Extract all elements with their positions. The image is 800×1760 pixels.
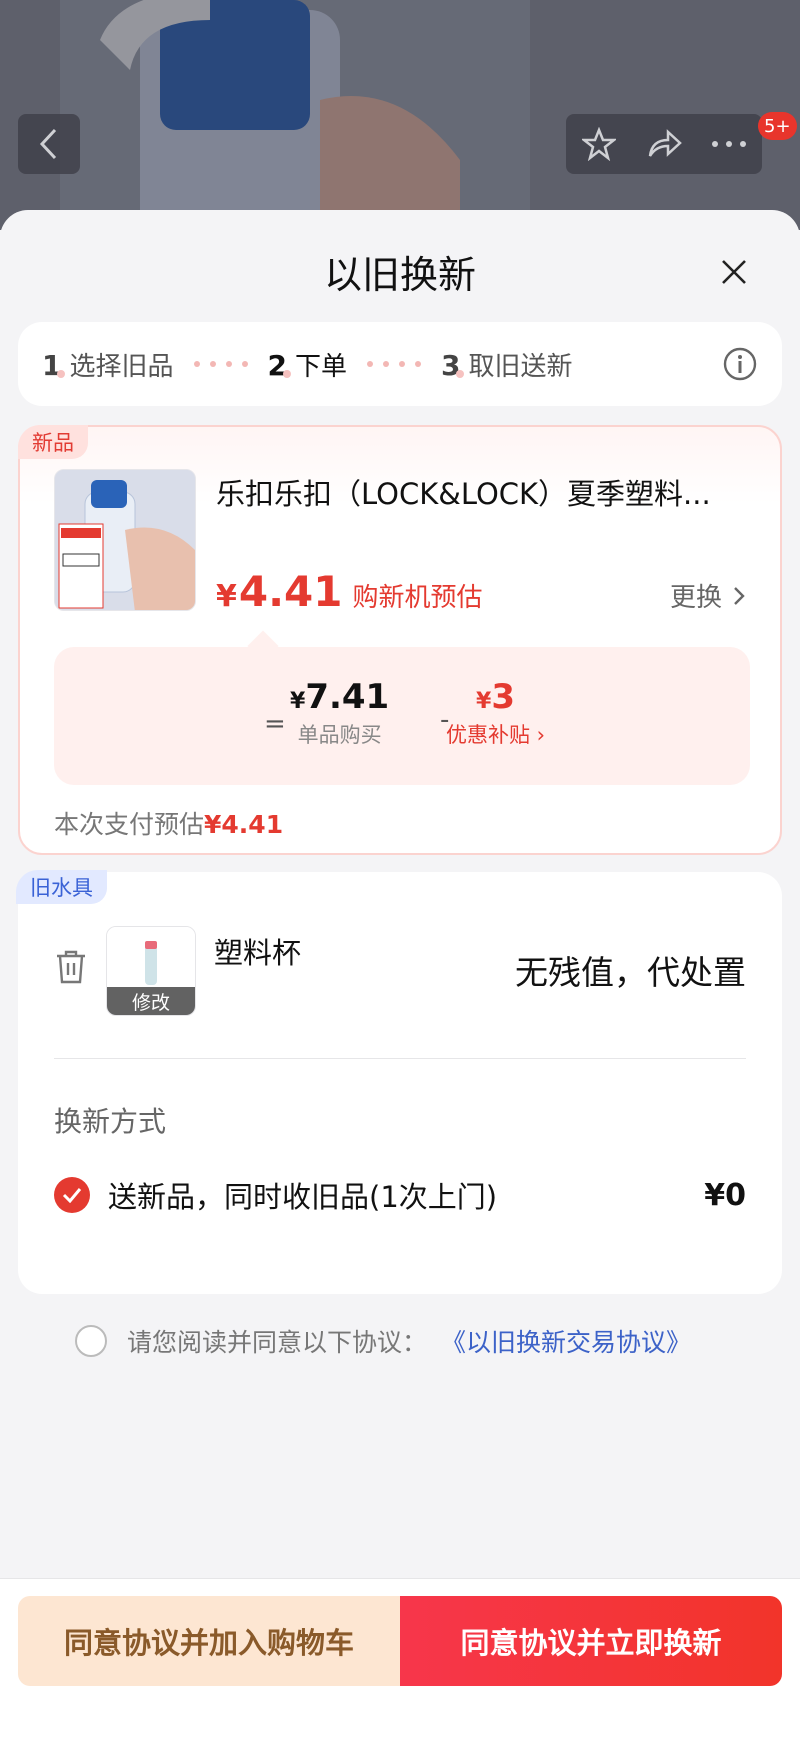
agreement-radio[interactable]	[75, 1325, 107, 1357]
exchange-method-option[interactable]: 送新品，同时收旧品(1次上门) ¥0	[54, 1170, 746, 1220]
agreement-link[interactable]: 《以旧换新交易协议》	[441, 1323, 691, 1359]
step-connector	[193, 361, 248, 367]
step-label: 取旧送新	[468, 351, 573, 382]
unit-price-column: ¥7.41 单品购买	[290, 677, 389, 749]
progress-steps: 1 选择旧品 2 下单 3 取旧送新	[18, 322, 782, 406]
subsidy-label: 优惠补贴 ›	[446, 723, 546, 747]
step-2: 2 下单	[268, 346, 348, 383]
notification-badge: 5+	[758, 112, 797, 140]
header-actions	[566, 114, 762, 174]
edit-old-item-label: 修改	[107, 987, 195, 1015]
old-item-value: 无残值，代处置	[515, 953, 746, 992]
subsidy-column[interactable]: ¥3 优惠补贴 ›	[446, 677, 545, 749]
step-label: 选择旧品	[69, 351, 174, 382]
step-connector	[367, 361, 421, 367]
step-label: 下单	[294, 351, 347, 382]
info-icon[interactable]	[722, 346, 758, 382]
close-button[interactable]	[712, 250, 756, 294]
product-image	[55, 470, 195, 610]
old-item-tag: 旧水具	[16, 870, 107, 904]
currency-symbol: ¥	[216, 579, 237, 614]
unit-price-value: 7.41	[305, 677, 390, 717]
favorite-button[interactable]	[569, 114, 629, 174]
payment-estimate-value: ¥4.41	[204, 810, 284, 839]
agreement-row: 请您阅读并同意以下协议： 《以旧换新交易协议》	[75, 1318, 691, 1364]
price-breakdown: = ¥7.41 单品购买 - ¥3 优惠补贴 ›	[54, 647, 750, 785]
share-button[interactable]	[634, 114, 694, 174]
subsidy-amount: ¥3	[446, 677, 545, 717]
checkbox-checked[interactable]	[54, 1177, 90, 1213]
chevron-right-icon	[734, 586, 745, 605]
close-icon	[722, 260, 746, 284]
step-1: 1 选择旧品	[42, 346, 174, 383]
divider	[54, 1058, 746, 1059]
old-item-card: 旧水具 修改 塑料杯 无残值，代处置 换新方式 送新品，同时收旧品(1次上门) …	[16, 870, 782, 1294]
old-item-name: 塑料杯	[214, 936, 302, 970]
more-button[interactable]	[699, 114, 759, 174]
new-product-card: 新品 乐扣乐扣（LOCK&LOCK）夏季塑料... ¥ 4.41 购新机预估 更…	[18, 425, 782, 855]
subsidy-value: 3	[491, 677, 516, 717]
old-item-thumbnail[interactable]: 修改	[106, 926, 196, 1016]
payment-estimate: 本次支付预估¥4.41	[54, 805, 283, 841]
add-to-cart-button[interactable]: 同意协议并加入购物车	[18, 1596, 400, 1686]
payment-estimate-label: 本次支付预估	[54, 810, 205, 839]
trade-in-sheet: 以旧换新 1 选择旧品 2 下单 3 取旧送新 新品 乐扣乐扣（LOCK&LOC…	[0, 210, 800, 1760]
exchange-method-label: 送新品，同时收旧品(1次上门)	[108, 1180, 498, 1214]
trash-icon[interactable]	[54, 948, 88, 986]
product-title[interactable]: 乐扣乐扣（LOCK&LOCK）夏季塑料...	[216, 471, 756, 513]
share-icon	[648, 129, 682, 157]
step-number: 1	[42, 348, 67, 382]
step-number: 3	[441, 348, 466, 382]
product-thumbnail[interactable]	[54, 469, 196, 611]
price-value: 4.41	[238, 567, 343, 616]
unit-price: ¥7.41	[290, 677, 389, 717]
unit-price-label: 单品购买	[297, 723, 382, 747]
checkmark-icon	[62, 1188, 82, 1203]
change-label: 更换	[669, 583, 722, 613]
chevron-left-icon	[39, 128, 57, 160]
estimated-price: ¥ 4.41 购新机预估	[216, 567, 483, 616]
sheet-title: 以旧换新	[323, 253, 476, 297]
equals-sign: =	[264, 709, 286, 739]
star-icon	[581, 127, 616, 161]
agreement-text: 请您阅读并同意以下协议：	[127, 1328, 428, 1357]
currency-symbol: ¥	[476, 689, 492, 714]
currency-symbol: ¥	[290, 689, 306, 714]
change-product-link[interactable]: 更换	[670, 577, 746, 614]
price-note: 购新机预估	[352, 583, 483, 613]
back-button[interactable]	[18, 114, 80, 174]
exchange-method-price: ¥0	[704, 1177, 746, 1213]
exchange-method-title: 换新方式	[54, 1105, 167, 1138]
step-number: 2	[267, 348, 292, 382]
step-3: 3 取旧送新	[441, 346, 573, 383]
exchange-now-button[interactable]: 同意协议并立即换新	[400, 1596, 782, 1686]
more-icon	[712, 141, 747, 147]
new-item-tag: 新品	[18, 425, 88, 459]
